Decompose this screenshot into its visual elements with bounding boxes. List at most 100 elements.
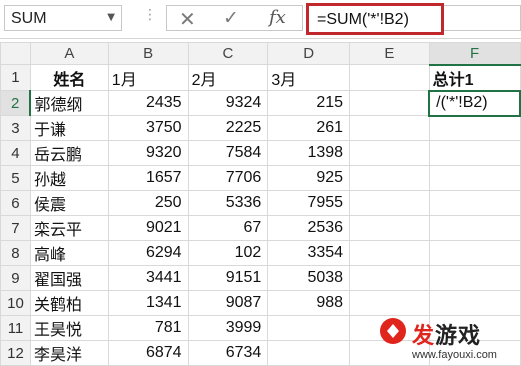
name-cell[interactable]: 郭德纲: [29, 90, 109, 116]
row-header[interactable]: 9: [0, 265, 31, 291]
select-all-corner[interactable]: [0, 42, 31, 65]
name-cell[interactable]: 翟国强: [29, 265, 109, 291]
name-cell[interactable]: 栾云平: [29, 215, 109, 241]
value-cell[interactable]: 102: [187, 240, 269, 266]
name-cell[interactable]: 侯震: [29, 190, 109, 216]
check-icon[interactable]: ✓: [223, 7, 239, 29]
row-header[interactable]: 11: [0, 315, 31, 341]
value-cell[interactable]: 9324: [187, 90, 269, 116]
row-header[interactable]: 8: [0, 240, 31, 266]
value-cell[interactable]: 925: [267, 165, 351, 191]
empty-cell[interactable]: [428, 140, 521, 166]
empty-cell[interactable]: [349, 115, 430, 141]
watermark: 发游戏 www.fayouxi.com: [378, 314, 521, 365]
name-box[interactable]: SUM ▼: [4, 5, 122, 31]
column-header-d[interactable]: D: [267, 42, 351, 65]
value-cell[interactable]: 2536: [267, 215, 351, 241]
value-cell[interactable]: 5336: [187, 190, 269, 216]
empty-cell[interactable]: [428, 215, 521, 241]
row-header[interactable]: 4: [0, 140, 31, 166]
value-cell[interactable]: 3441: [107, 265, 189, 291]
value-cell[interactable]: 1341: [107, 290, 189, 316]
column-header-b[interactable]: B: [107, 42, 189, 65]
value-cell[interactable]: 215: [267, 90, 351, 116]
empty-cell[interactable]: [428, 165, 521, 191]
cell-e1[interactable]: [349, 64, 430, 91]
value-cell[interactable]: [267, 340, 351, 366]
value-cell[interactable]: 988: [267, 290, 351, 316]
empty-cell[interactable]: [349, 90, 430, 116]
value-cell[interactable]: 7955: [267, 190, 351, 216]
value-cell[interactable]: 9087: [187, 290, 269, 316]
empty-cell[interactable]: [349, 215, 430, 241]
fx-icon[interactable]: fx: [269, 7, 286, 28]
formula-input-extension[interactable]: [444, 5, 521, 31]
value-cell[interactable]: 1398: [267, 140, 351, 166]
value-cell[interactable]: [267, 315, 351, 341]
empty-cell[interactable]: [349, 190, 430, 216]
value-cell[interactable]: 9151: [187, 265, 269, 291]
value-cell[interactable]: 3750: [107, 115, 189, 141]
value-cell[interactable]: 5038: [267, 265, 351, 291]
watermark-url: www.fayouxi.com: [412, 349, 497, 361]
empty-cell[interactable]: [349, 140, 430, 166]
name-cell[interactable]: 岳云鹏: [29, 140, 109, 166]
cell-f1[interactable]: 总计1: [428, 64, 521, 91]
value-cell[interactable]: 7584: [187, 140, 269, 166]
value-cell[interactable]: 7706: [187, 165, 269, 191]
empty-cell[interactable]: [428, 265, 521, 291]
watermark-title: 发游戏: [412, 318, 481, 350]
value-cell[interactable]: 6874: [107, 340, 189, 366]
name-cell[interactable]: 孙越: [29, 165, 109, 191]
empty-cell[interactable]: [349, 290, 430, 316]
name-cell[interactable]: 于谦: [29, 115, 109, 141]
cell-d1[interactable]: 3月: [267, 64, 351, 91]
empty-cell[interactable]: [428, 115, 521, 141]
value-cell[interactable]: 2225: [187, 115, 269, 141]
empty-cell[interactable]: [349, 165, 430, 191]
value-cell[interactable]: 9320: [107, 140, 189, 166]
cell-a1[interactable]: 姓名: [29, 64, 109, 91]
value-cell[interactable]: 6294: [107, 240, 189, 266]
table-row: 4 岳云鹏 9320 7584 1398: [0, 140, 521, 166]
grip-icon[interactable]: ⋮: [143, 7, 157, 23]
value-cell[interactable]: 250: [107, 190, 189, 216]
row-header[interactable]: 7: [0, 215, 31, 241]
empty-cell[interactable]: [349, 240, 430, 266]
value-cell[interactable]: 1657: [107, 165, 189, 191]
cell-b1[interactable]: 1月: [107, 64, 189, 91]
empty-cell[interactable]: [428, 290, 521, 316]
value-cell[interactable]: 3354: [267, 240, 351, 266]
name-cell[interactable]: 关鹤柏: [29, 290, 109, 316]
row-header[interactable]: 12: [0, 340, 31, 366]
chevron-down-icon[interactable]: ▼: [107, 12, 115, 23]
column-header-e[interactable]: E: [349, 42, 430, 65]
value-cell[interactable]: 2435: [107, 90, 189, 116]
value-cell[interactable]: 261: [267, 115, 351, 141]
name-cell[interactable]: 李昊洋: [29, 340, 109, 366]
empty-cell[interactable]: [428, 240, 521, 266]
row-header[interactable]: 2: [0, 90, 32, 116]
row-header[interactable]: 5: [0, 165, 31, 191]
name-cell[interactable]: 高峰: [29, 240, 109, 266]
active-cell[interactable]: /('*'!B2): [428, 89, 521, 117]
row-header[interactable]: 6: [0, 190, 31, 216]
name-cell[interactable]: 王昊悦: [29, 315, 109, 341]
value-cell[interactable]: 781: [107, 315, 189, 341]
row-header[interactable]: 10: [0, 290, 31, 316]
cell-c1[interactable]: 2月: [187, 64, 269, 91]
close-icon[interactable]: ✕: [179, 7, 196, 31]
value-cell[interactable]: 6734: [187, 340, 269, 366]
empty-cell[interactable]: [428, 190, 521, 216]
formula-input[interactable]: =SUM('*'!B2): [306, 3, 444, 35]
value-cell[interactable]: 3999: [187, 315, 269, 341]
value-cell[interactable]: 9021: [107, 215, 189, 241]
column-header-c[interactable]: C: [187, 42, 269, 65]
row-header[interactable]: 3: [0, 115, 31, 141]
table-row: 1 姓名 1月 2月 3月 总计1: [0, 64, 521, 91]
row-header[interactable]: 1: [0, 64, 31, 91]
column-header-a[interactable]: A: [29, 42, 109, 65]
column-header-f[interactable]: F: [428, 42, 521, 66]
empty-cell[interactable]: [349, 265, 430, 291]
value-cell[interactable]: 67: [187, 215, 269, 241]
